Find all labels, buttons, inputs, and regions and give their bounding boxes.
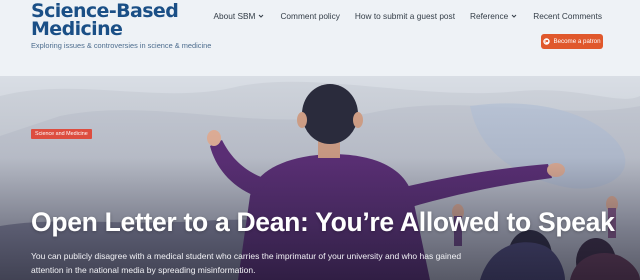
site-logo[interactable]: Science-Based Medicine Exploring issues … xyxy=(31,2,212,51)
nav-item-label: How to submit a guest post xyxy=(354,11,455,21)
nav-item-label: Reference xyxy=(470,11,509,21)
nav-item-label: Recent Comments xyxy=(533,11,602,21)
chevron-down-icon xyxy=(257,12,265,20)
nav-item-guest-post[interactable]: How to submit a guest post xyxy=(355,11,455,21)
patron-button-label: Become a patron xyxy=(553,38,601,45)
nav-item-label: About SBM xyxy=(213,11,256,21)
nav-item-label: Comment policy xyxy=(280,11,340,21)
chevron-down-icon xyxy=(510,12,518,20)
featured-post-hero[interactable]: Science and Medicine Open Letter to a De… xyxy=(0,76,640,280)
post-excerpt: You can publicly disagree with a medical… xyxy=(31,251,462,275)
main-nav: About SBM Comment policy How to submit a… xyxy=(213,10,602,22)
logo-title[interactable]: Science-Based Medicine xyxy=(31,2,211,39)
category-badge[interactable]: Science and Medicine xyxy=(31,129,92,139)
nav-item-about-sbm[interactable]: About SBM xyxy=(213,11,265,21)
patreon-icon xyxy=(543,38,551,45)
nav-item-recent-comments[interactable]: Recent Comments xyxy=(533,11,602,21)
site-header: Science-Based Medicine Exploring issues … xyxy=(0,0,640,76)
nav-item-comment-policy[interactable]: Comment policy xyxy=(280,11,339,21)
nav-item-reference[interactable]: Reference xyxy=(470,11,518,21)
post-title[interactable]: Open Letter to a Dean: You’re Allowed to… xyxy=(31,207,621,238)
become-a-patron-button[interactable]: Become a patron xyxy=(541,34,603,49)
logo-tagline: Exploring issues & controversies in scie… xyxy=(31,41,212,50)
